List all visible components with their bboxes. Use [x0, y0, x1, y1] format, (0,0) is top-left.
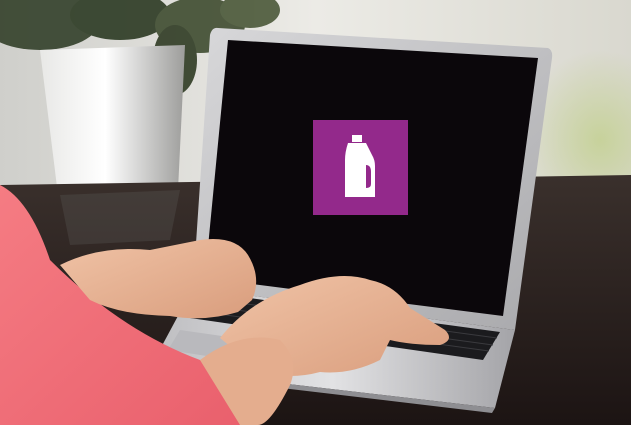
photo-scene	[0, 0, 631, 425]
app-tile	[313, 120, 408, 215]
plant-pot	[40, 45, 185, 195]
scene-illustration	[0, 0, 631, 425]
table-reflection	[60, 190, 180, 245]
